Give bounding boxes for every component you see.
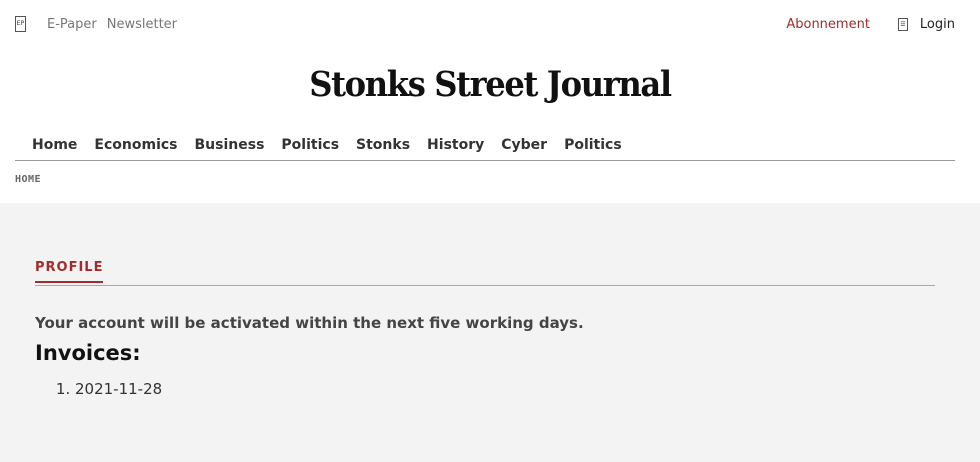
activation-message: Your account will be activated within th…: [35, 314, 584, 332]
login-icon[interactable]: ☰: [897, 17, 908, 31]
invoices-heading: Invoices:: [35, 341, 141, 365]
site-header: EP E-Paper Newsletter Abonnement ☰ Login…: [0, 0, 980, 203]
site-logo-title[interactable]: Stonks Street Journal: [39, 64, 941, 105]
nav-item-cyber[interactable]: Cyber: [501, 133, 547, 157]
nav-item-politics[interactable]: Politics: [281, 133, 339, 157]
profile-tabs: PROFILE: [35, 261, 935, 286]
invoice-list: 2021-11-28: [35, 379, 935, 399]
tab-profile[interactable]: PROFILE: [35, 261, 104, 283]
profile-content: PROFILE Your account will be activated w…: [0, 261, 980, 399]
login-link[interactable]: Login: [920, 17, 955, 32]
nav-item-stonks[interactable]: Stonks: [356, 133, 410, 157]
invoice-item[interactable]: 2021-11-28: [75, 379, 935, 399]
nav-item-economics[interactable]: Economics: [94, 133, 177, 157]
newspaper-icon[interactable]: EP: [15, 16, 26, 32]
newsletter-link[interactable]: Newsletter: [107, 17, 177, 32]
top-bar: EP E-Paper Newsletter Abonnement ☰ Login: [15, 14, 955, 34]
breadcrumb[interactable]: HOME: [15, 174, 41, 185]
subscription-link[interactable]: Abonnement: [786, 17, 870, 32]
nav-item-politics-2[interactable]: Politics: [564, 133, 622, 157]
nav-item-history[interactable]: History: [427, 133, 484, 157]
nav-item-business[interactable]: Business: [195, 133, 265, 157]
epaper-link[interactable]: E-Paper: [47, 17, 97, 32]
epaper-icon-glyph: EP: [16, 20, 25, 27]
login-icon-glyph: ☰: [900, 20, 906, 28]
nav-item-home[interactable]: Home: [32, 133, 77, 157]
main-navigation: Home Economics Business Politics Stonks …: [15, 133, 955, 161]
